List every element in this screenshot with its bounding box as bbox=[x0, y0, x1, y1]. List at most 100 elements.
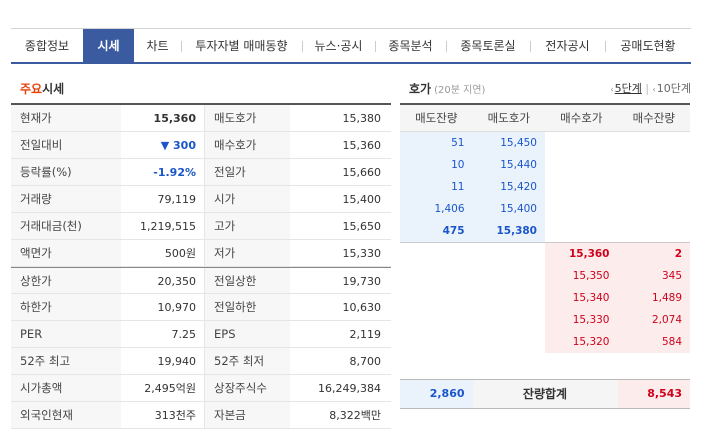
empty-cell bbox=[472, 287, 545, 309]
ask-row: 1,406 15,400 bbox=[400, 198, 690, 220]
bid-qty: 345 bbox=[617, 265, 690, 287]
quote-value: 15,650 bbox=[342, 220, 382, 233]
quote-value: 15,360 bbox=[342, 139, 382, 152]
quote-row: 등락률(%) -1.92% 전일가 15,660 bbox=[11, 159, 391, 186]
main-quote-title: 주요시세 bbox=[20, 80, 64, 97]
depth-5-link[interactable]: 5단계 bbox=[615, 82, 642, 95]
bid-price: 15,360 bbox=[545, 243, 618, 265]
empty-cell bbox=[617, 220, 690, 242]
ask-qty: 51 bbox=[400, 132, 473, 154]
quote-value: 7.25 bbox=[171, 328, 197, 341]
ask-price: 15,400 bbox=[472, 198, 545, 220]
tab-analysis[interactable]: 종목분석 bbox=[375, 29, 446, 63]
quote-label: 매수호가 bbox=[204, 132, 290, 158]
bid-row: 15,320 584 bbox=[400, 331, 690, 353]
quote-value: 79,119 bbox=[157, 193, 197, 206]
empty-cell bbox=[472, 331, 545, 353]
quote-value: 8,322백만 bbox=[329, 409, 381, 422]
bid-qty: 1,489 bbox=[617, 287, 690, 309]
bid-price: 15,350 bbox=[545, 265, 618, 287]
empty-cell bbox=[617, 132, 690, 154]
quote-label: 전일하한 bbox=[204, 294, 290, 320]
bid-price: 15,340 bbox=[545, 287, 618, 309]
quote-label: 시가 bbox=[204, 186, 290, 212]
empty-cell bbox=[545, 198, 618, 220]
quote-value: 313천주 bbox=[154, 409, 196, 422]
tab-disclosure[interactable]: 전자공시 bbox=[530, 29, 605, 63]
quote-label: 저가 bbox=[204, 240, 290, 266]
quote-label: 현재가 bbox=[11, 105, 121, 131]
tab-bar: 종합정보 시세 차트 투자자별 매매동향 뉴스·공시 종목분석 종목토론실 전자… bbox=[11, 28, 691, 64]
orderbook-total-row: 2,860 잔량합계 8,543 bbox=[400, 379, 690, 409]
quote-label: 거래량 bbox=[11, 186, 121, 212]
quote-value: 20,350 bbox=[157, 275, 197, 288]
depth-pager: ‹5단계 | ‹10단계 bbox=[610, 82, 691, 95]
empty-cell bbox=[617, 176, 690, 198]
tab-investor-trading[interactable]: 투자자별 매매동향 bbox=[181, 29, 302, 63]
quote-label: PER bbox=[11, 321, 121, 347]
quote-label: 시가총액 bbox=[11, 375, 121, 401]
ask-row: 51 15,450 bbox=[400, 132, 690, 154]
quote-row: 시가총액 2,495억원 상장주식수 16,249,384 bbox=[11, 375, 391, 402]
empty-cell bbox=[400, 265, 473, 287]
orderbook-rows: 51 15,450 10 15,440 11 15,420 1,406 15,400 475 15… bbox=[400, 132, 690, 353]
total-ask-qty: 2,860 bbox=[400, 380, 473, 408]
tab-short-selling[interactable]: 공매도현황 bbox=[605, 29, 691, 63]
quote-label: EPS bbox=[204, 321, 290, 347]
empty-cell bbox=[545, 176, 618, 198]
quote-label: 하한가 bbox=[11, 294, 121, 320]
quote-label: 외국인현재 bbox=[11, 402, 121, 428]
quote-row: 전일대비 ▼ 300 매수호가 15,360 bbox=[11, 132, 391, 159]
ask-row: 10 15,440 bbox=[400, 154, 690, 176]
quote-value: 8,700 bbox=[349, 355, 382, 368]
delay-note: (20분 지연) bbox=[434, 85, 486, 96]
empty-cell bbox=[400, 243, 473, 265]
quote-value: 15,400 bbox=[342, 193, 382, 206]
header-bid-price: 매수호가 bbox=[560, 111, 603, 125]
ask-qty: 11 bbox=[400, 176, 473, 198]
bid-qty: 2,074 bbox=[617, 309, 690, 331]
quote-value: 2,495억원 bbox=[144, 382, 196, 395]
bid-price: 15,330 bbox=[545, 309, 618, 331]
tab-price[interactable]: 시세 bbox=[83, 29, 134, 63]
tab-news[interactable]: 뉴스·공시 bbox=[302, 29, 375, 63]
quote-value: ▼ 300 bbox=[160, 139, 196, 152]
ask-price: 15,450 bbox=[472, 132, 545, 154]
title-accent: 주요 bbox=[20, 82, 43, 96]
quote-label: 52주 최고 bbox=[11, 348, 121, 374]
quote-value: 19,730 bbox=[342, 275, 382, 288]
bid-price: 15,320 bbox=[545, 331, 618, 353]
bid-row: 15,340 1,489 bbox=[400, 287, 690, 309]
quote-value: 500원 bbox=[164, 247, 196, 260]
title-rest: 시세 bbox=[42, 82, 65, 96]
quote-label: 전일가 bbox=[204, 159, 290, 185]
orderbook-title: 호가 (20분 지연) bbox=[409, 80, 485, 97]
tab-chart[interactable]: 차트 bbox=[134, 29, 181, 63]
quote-label: 전일대비 bbox=[11, 132, 121, 158]
quote-value: 15,360 bbox=[153, 112, 196, 125]
empty-cell bbox=[400, 287, 473, 309]
ask-price: 15,420 bbox=[472, 176, 545, 198]
bid-row: 15,330 2,074 bbox=[400, 309, 690, 331]
quote-label: 52주 최저 bbox=[204, 348, 290, 374]
main-quote-table: 현재가 15,360 매도호가 15,380 전일대비 ▼ 300 매수호가 15,360 등락… bbox=[11, 103, 391, 429]
quote-row: 외국인현재 313천주 자본금 8,322백만 bbox=[11, 402, 391, 429]
orderbook-table: 매도잔량 매도호가 매수호가 매수잔량 51 15,450 10 15,440 11 15… bbox=[400, 103, 690, 353]
quote-value: 10,630 bbox=[342, 301, 382, 314]
quote-label: 전일상한 bbox=[204, 268, 290, 293]
quote-value: 10,970 bbox=[157, 301, 197, 314]
quote-label: 액면가 bbox=[11, 240, 121, 266]
depth-10-link[interactable]: 10단계 bbox=[657, 82, 691, 95]
bid-qty: 2 bbox=[617, 243, 690, 265]
tab-overview[interactable]: 종합정보 bbox=[11, 29, 83, 63]
empty-cell bbox=[472, 265, 545, 287]
quote-value: 1,219,515 bbox=[140, 220, 196, 233]
tab-discussion[interactable]: 종목토론실 bbox=[446, 29, 530, 63]
empty-cell bbox=[545, 154, 618, 176]
empty-cell bbox=[617, 198, 690, 220]
quote-value: 16,249,384 bbox=[318, 382, 381, 395]
orderbook-title-text: 호가 bbox=[409, 82, 432, 96]
empty-cell bbox=[617, 154, 690, 176]
triangle-icon: ‹ bbox=[652, 85, 656, 94]
quote-label: 상한가 bbox=[11, 268, 121, 293]
